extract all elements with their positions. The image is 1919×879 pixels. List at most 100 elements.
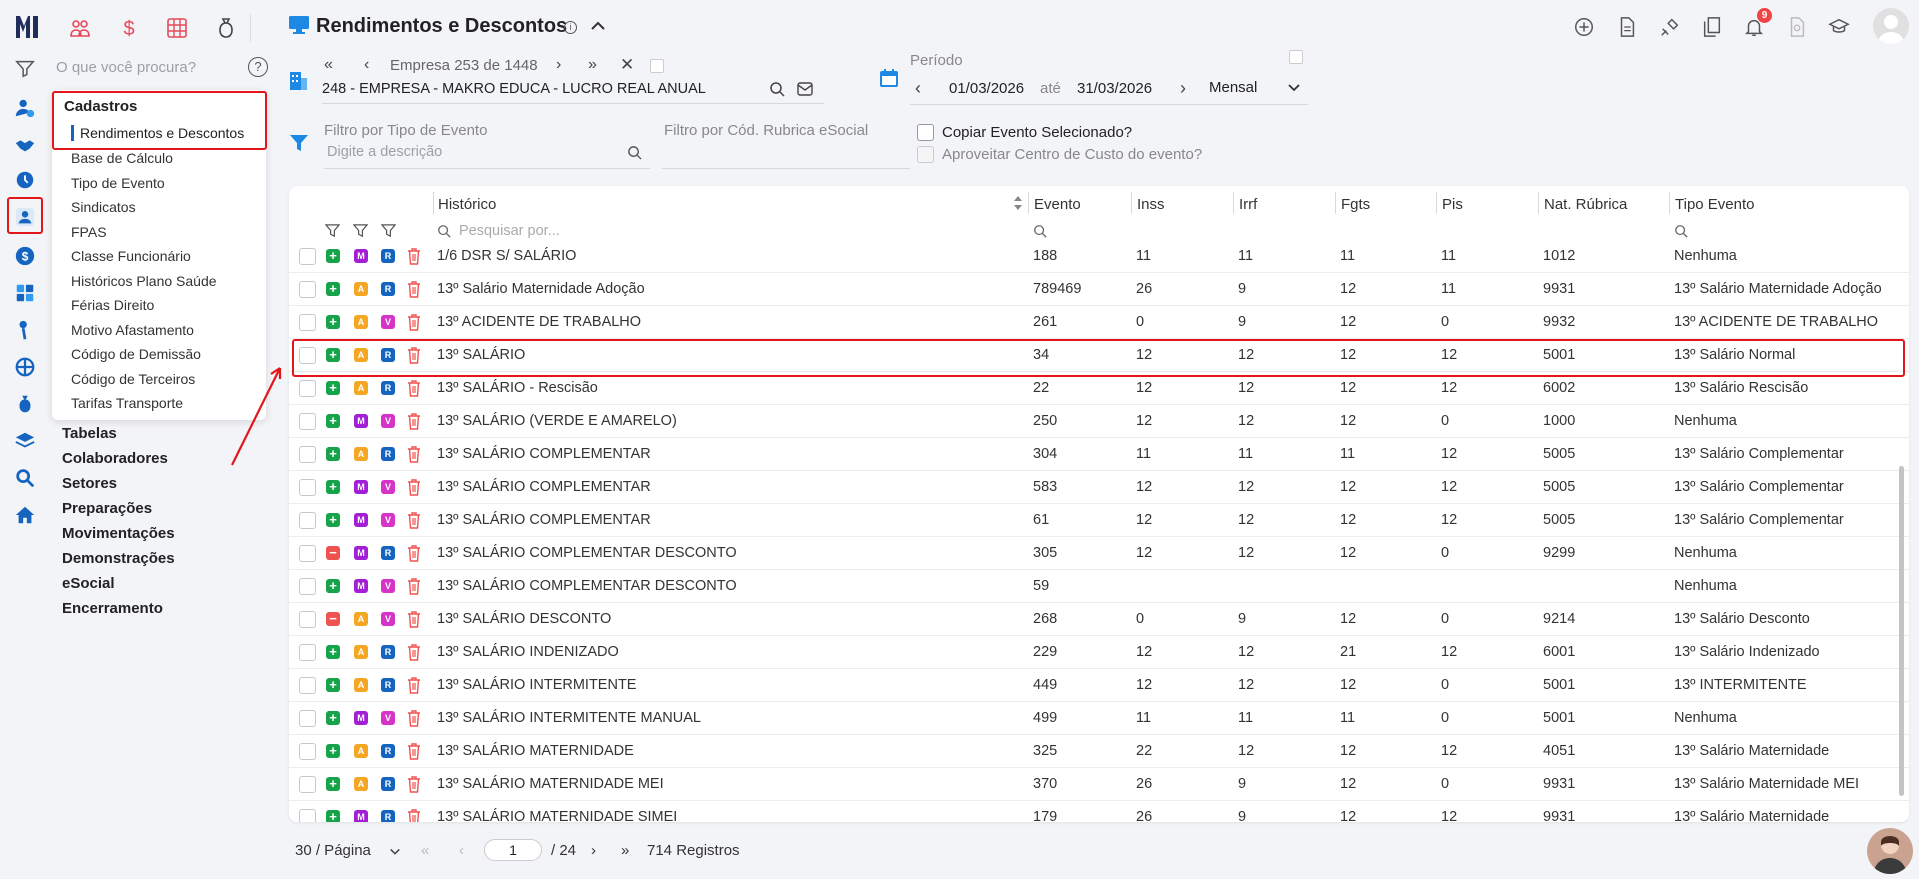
- row-checkbox[interactable]: [299, 644, 316, 661]
- evento-search-icon[interactable]: [1033, 224, 1047, 238]
- nav-movimentacoes[interactable]: Movimentações: [62, 525, 175, 542]
- trash-icon[interactable]: [407, 743, 421, 760]
- row-checkbox[interactable]: [299, 314, 316, 331]
- table-row[interactable]: − M R 13º SALÁRIO COMPLEMENTAR DESCONTO 305 1…: [289, 537, 1909, 570]
- trash-icon[interactable]: [407, 710, 421, 727]
- prev-page-icon[interactable]: ‹: [459, 842, 464, 859]
- plus-icon[interactable]: +: [326, 810, 340, 822]
- company-checkbox[interactable]: [650, 59, 664, 73]
- col-tipo-evento[interactable]: Tipo Evento: [1675, 196, 1755, 213]
- trash-icon[interactable]: [407, 677, 421, 694]
- table-row[interactable]: + A R 13º SALÁRIO MATERNIDADE 325 22 12 12 12 405…: [289, 735, 1909, 768]
- menu-item[interactable]: Sindicatos: [71, 199, 136, 215]
- tipo-search-icon[interactable]: [1674, 224, 1688, 238]
- table-row[interactable]: − A V 13º SALÁRIO DESCONTO 268 0 9 12 0 9214 13º S…: [289, 603, 1909, 636]
- menu-item[interactable]: Férias Direito: [71, 297, 154, 313]
- table-row[interactable]: + A R 13º SALÁRIO 34 12 12 12 12 5001 13º Salário …: [289, 339, 1909, 372]
- close-icon[interactable]: ✕: [620, 55, 634, 75]
- doc-search-icon[interactable]: [1783, 13, 1811, 41]
- table-row[interactable]: + A R 13º Salário Maternidade Adoção 789469 2…: [289, 273, 1909, 306]
- plus-icon[interactable]: +: [326, 282, 340, 296]
- row-checkbox[interactable]: [299, 710, 316, 727]
- menu-item[interactable]: Tipo de Evento: [71, 175, 165, 191]
- row-checkbox[interactable]: [299, 248, 316, 265]
- menu-item-rendimentos[interactable]: Rendimentos e Descontos: [80, 125, 244, 141]
- trash-icon[interactable]: [407, 578, 421, 595]
- row-checkbox[interactable]: [299, 809, 316, 822]
- company-name[interactable]: 248 - EMPRESA - MAKRO EDUCA - LUCRO REAL…: [322, 81, 706, 97]
- help-icon[interactable]: ?: [248, 57, 268, 77]
- trash-icon[interactable]: [407, 776, 421, 793]
- menu-item[interactable]: Código de Terceiros: [71, 371, 195, 387]
- table-row[interactable]: + M V 13º SALÁRIO COMPLEMENTAR DESCONTO 59 Ne…: [289, 570, 1909, 603]
- row-checkbox[interactable]: [299, 347, 316, 364]
- plus-icon[interactable]: +: [326, 414, 340, 428]
- support-avatar[interactable]: [1867, 828, 1913, 874]
- scrollbar[interactable]: [1899, 466, 1904, 796]
- row-checkbox[interactable]: [299, 578, 316, 595]
- trash-icon[interactable]: [407, 347, 421, 364]
- prev-company-icon[interactable]: ‹: [364, 56, 369, 74]
- calculator-icon[interactable]: [12, 280, 38, 306]
- trash-icon[interactable]: [407, 545, 421, 562]
- table-row[interactable]: + A R 13º SALÁRIO INDENIZADO 229 12 12 21 12 6001…: [289, 636, 1909, 669]
- chevron-down-icon[interactable]: [389, 845, 401, 857]
- trash-icon[interactable]: [407, 380, 421, 397]
- row-checkbox[interactable]: [299, 380, 316, 397]
- event-type-search-icon[interactable]: [627, 145, 642, 160]
- event-type-filter-input[interactable]: Digite a descrição: [327, 144, 442, 160]
- currency-icon[interactable]: $: [115, 14, 143, 42]
- row-checkbox[interactable]: [299, 446, 316, 463]
- chevron-down-icon[interactable]: [1287, 81, 1301, 95]
- document-icon[interactable]: [1613, 13, 1641, 41]
- trash-icon[interactable]: [407, 611, 421, 628]
- prev-period-icon[interactable]: ‹: [915, 78, 921, 99]
- trash-icon[interactable]: [407, 446, 421, 463]
- trash-icon[interactable]: [407, 314, 421, 331]
- minus-icon[interactable]: −: [326, 546, 340, 560]
- table-row[interactable]: + M V 13º SALÁRIO (VERDE E AMARELO) 250 12 12 1…: [289, 405, 1909, 438]
- network-icon[interactable]: [12, 354, 38, 380]
- search-icon[interactable]: [12, 465, 38, 491]
- col-fgts[interactable]: Fgts: [1341, 196, 1370, 213]
- page-input[interactable]: 1: [484, 839, 542, 861]
- col-irrf[interactable]: Irrf: [1239, 196, 1257, 213]
- period-end[interactable]: 31/03/2026: [1077, 80, 1152, 97]
- last-page-icon[interactable]: »: [621, 842, 629, 859]
- sidebar-search-input[interactable]: O que você procura?: [56, 59, 196, 76]
- graduation-cap-icon[interactable]: [1825, 13, 1853, 41]
- frequency-select[interactable]: Mensal: [1209, 79, 1257, 96]
- period-checkbox[interactable]: [1289, 50, 1303, 64]
- menu-item[interactable]: Código de Demissão: [71, 346, 201, 362]
- row-checkbox[interactable]: [299, 743, 316, 760]
- sort-icon[interactable]: [1013, 194, 1023, 212]
- nav-tabelas[interactable]: Tabelas: [62, 425, 117, 442]
- trash-icon[interactable]: [407, 281, 421, 298]
- plus-icon[interactable]: +: [326, 480, 340, 494]
- row-checkbox[interactable]: [299, 512, 316, 529]
- plus-icon[interactable]: +: [326, 348, 340, 362]
- next-company-icon[interactable]: ›: [556, 56, 561, 74]
- nav-colaboradores[interactable]: Colaboradores: [62, 450, 168, 467]
- menu-item[interactable]: Classe Funcionário: [71, 248, 191, 264]
- table-row[interactable]: + M R 13º SALÁRIO MATERNIDADE SIMEI 179 26 9 12…: [289, 801, 1909, 822]
- spreadsheet-icon[interactable]: [163, 14, 191, 42]
- col-inss[interactable]: Inss: [1137, 196, 1165, 213]
- info-icon[interactable]: i: [564, 21, 577, 34]
- table-row[interactable]: + A V 13º ACIDENTE DE TRABALHO 261 0 9 12 0 9932 1…: [289, 306, 1909, 339]
- satellite-icon[interactable]: [1656, 13, 1684, 41]
- trash-icon[interactable]: [407, 512, 421, 529]
- trash-icon[interactable]: [407, 809, 421, 822]
- money-bag-outline-icon[interactable]: [212, 14, 240, 42]
- next-page-icon[interactable]: ›: [591, 842, 596, 859]
- row-checkbox[interactable]: [299, 611, 316, 628]
- company-search-icon[interactable]: [769, 81, 785, 97]
- filter-icon[interactable]: [324, 223, 341, 238]
- trash-icon[interactable]: [407, 479, 421, 496]
- cost-center-checkbox[interactable]: [917, 146, 934, 163]
- row-checkbox[interactable]: [299, 677, 316, 694]
- menu-item[interactable]: FPAS: [71, 224, 107, 240]
- table-row[interactable]: + A R 13º SALÁRIO - Rescisão 22 12 12 12 12 6002 1…: [289, 372, 1909, 405]
- chevron-up-icon[interactable]: [590, 18, 606, 34]
- plus-icon[interactable]: +: [326, 381, 340, 395]
